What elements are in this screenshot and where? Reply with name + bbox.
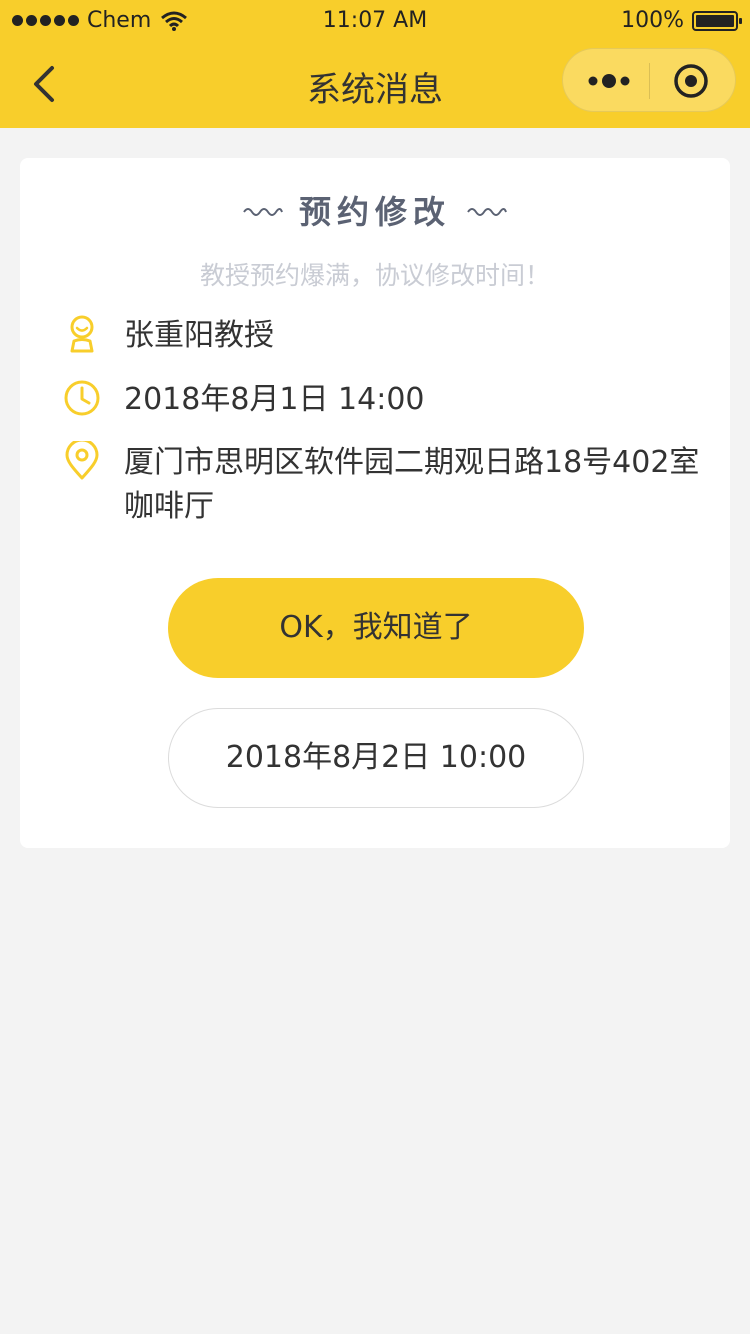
confirm-button[interactable]: OK，我知道了 xyxy=(168,578,584,678)
top-bar: Chem 11:07 AM 100% 系统消息 xyxy=(0,0,750,128)
more-icon[interactable] xyxy=(587,69,631,93)
battery-icon xyxy=(692,10,742,31)
wave-right-icon xyxy=(467,208,507,216)
battery-label: 100% xyxy=(621,8,684,33)
close-target-icon[interactable] xyxy=(673,63,709,99)
status-right: 100% xyxy=(621,8,742,33)
message-card: 预约修改 教授预约爆满，协议修改时间！ 张重阳教授 2018年8月1日 14:0… xyxy=(20,158,730,848)
appointment-address: 厦门市思明区软件园二期观日路18号402室咖啡厅 xyxy=(124,445,700,524)
professor-row: 张重阳教授 xyxy=(62,314,702,358)
professor-name: 张重阳教授 xyxy=(124,318,274,353)
location-pin-icon xyxy=(65,441,99,480)
address-row: 厦门市思明区软件园二期观日路18号402室咖啡厅 xyxy=(62,441,702,529)
capsule-divider xyxy=(649,63,650,99)
card-subtitle: 教授预约爆满，协议修改时间！ xyxy=(199,261,550,290)
navigation-bar: 系统消息 xyxy=(0,40,750,128)
status-bar: Chem 11:07 AM 100% xyxy=(0,0,750,40)
clock-icon xyxy=(64,380,100,416)
card-title: 预约修改 xyxy=(20,188,730,232)
wave-left-icon xyxy=(243,208,283,216)
new-time-button[interactable]: 2018年8月2日 10:00 xyxy=(168,708,584,808)
time-row: 2018年8月1日 14:00 xyxy=(62,378,702,422)
card-title-text: 预约修改 xyxy=(298,193,451,231)
appointment-time: 2018年8月1日 14:00 xyxy=(124,382,425,417)
user-icon xyxy=(70,315,94,353)
mini-program-capsule xyxy=(562,48,736,112)
